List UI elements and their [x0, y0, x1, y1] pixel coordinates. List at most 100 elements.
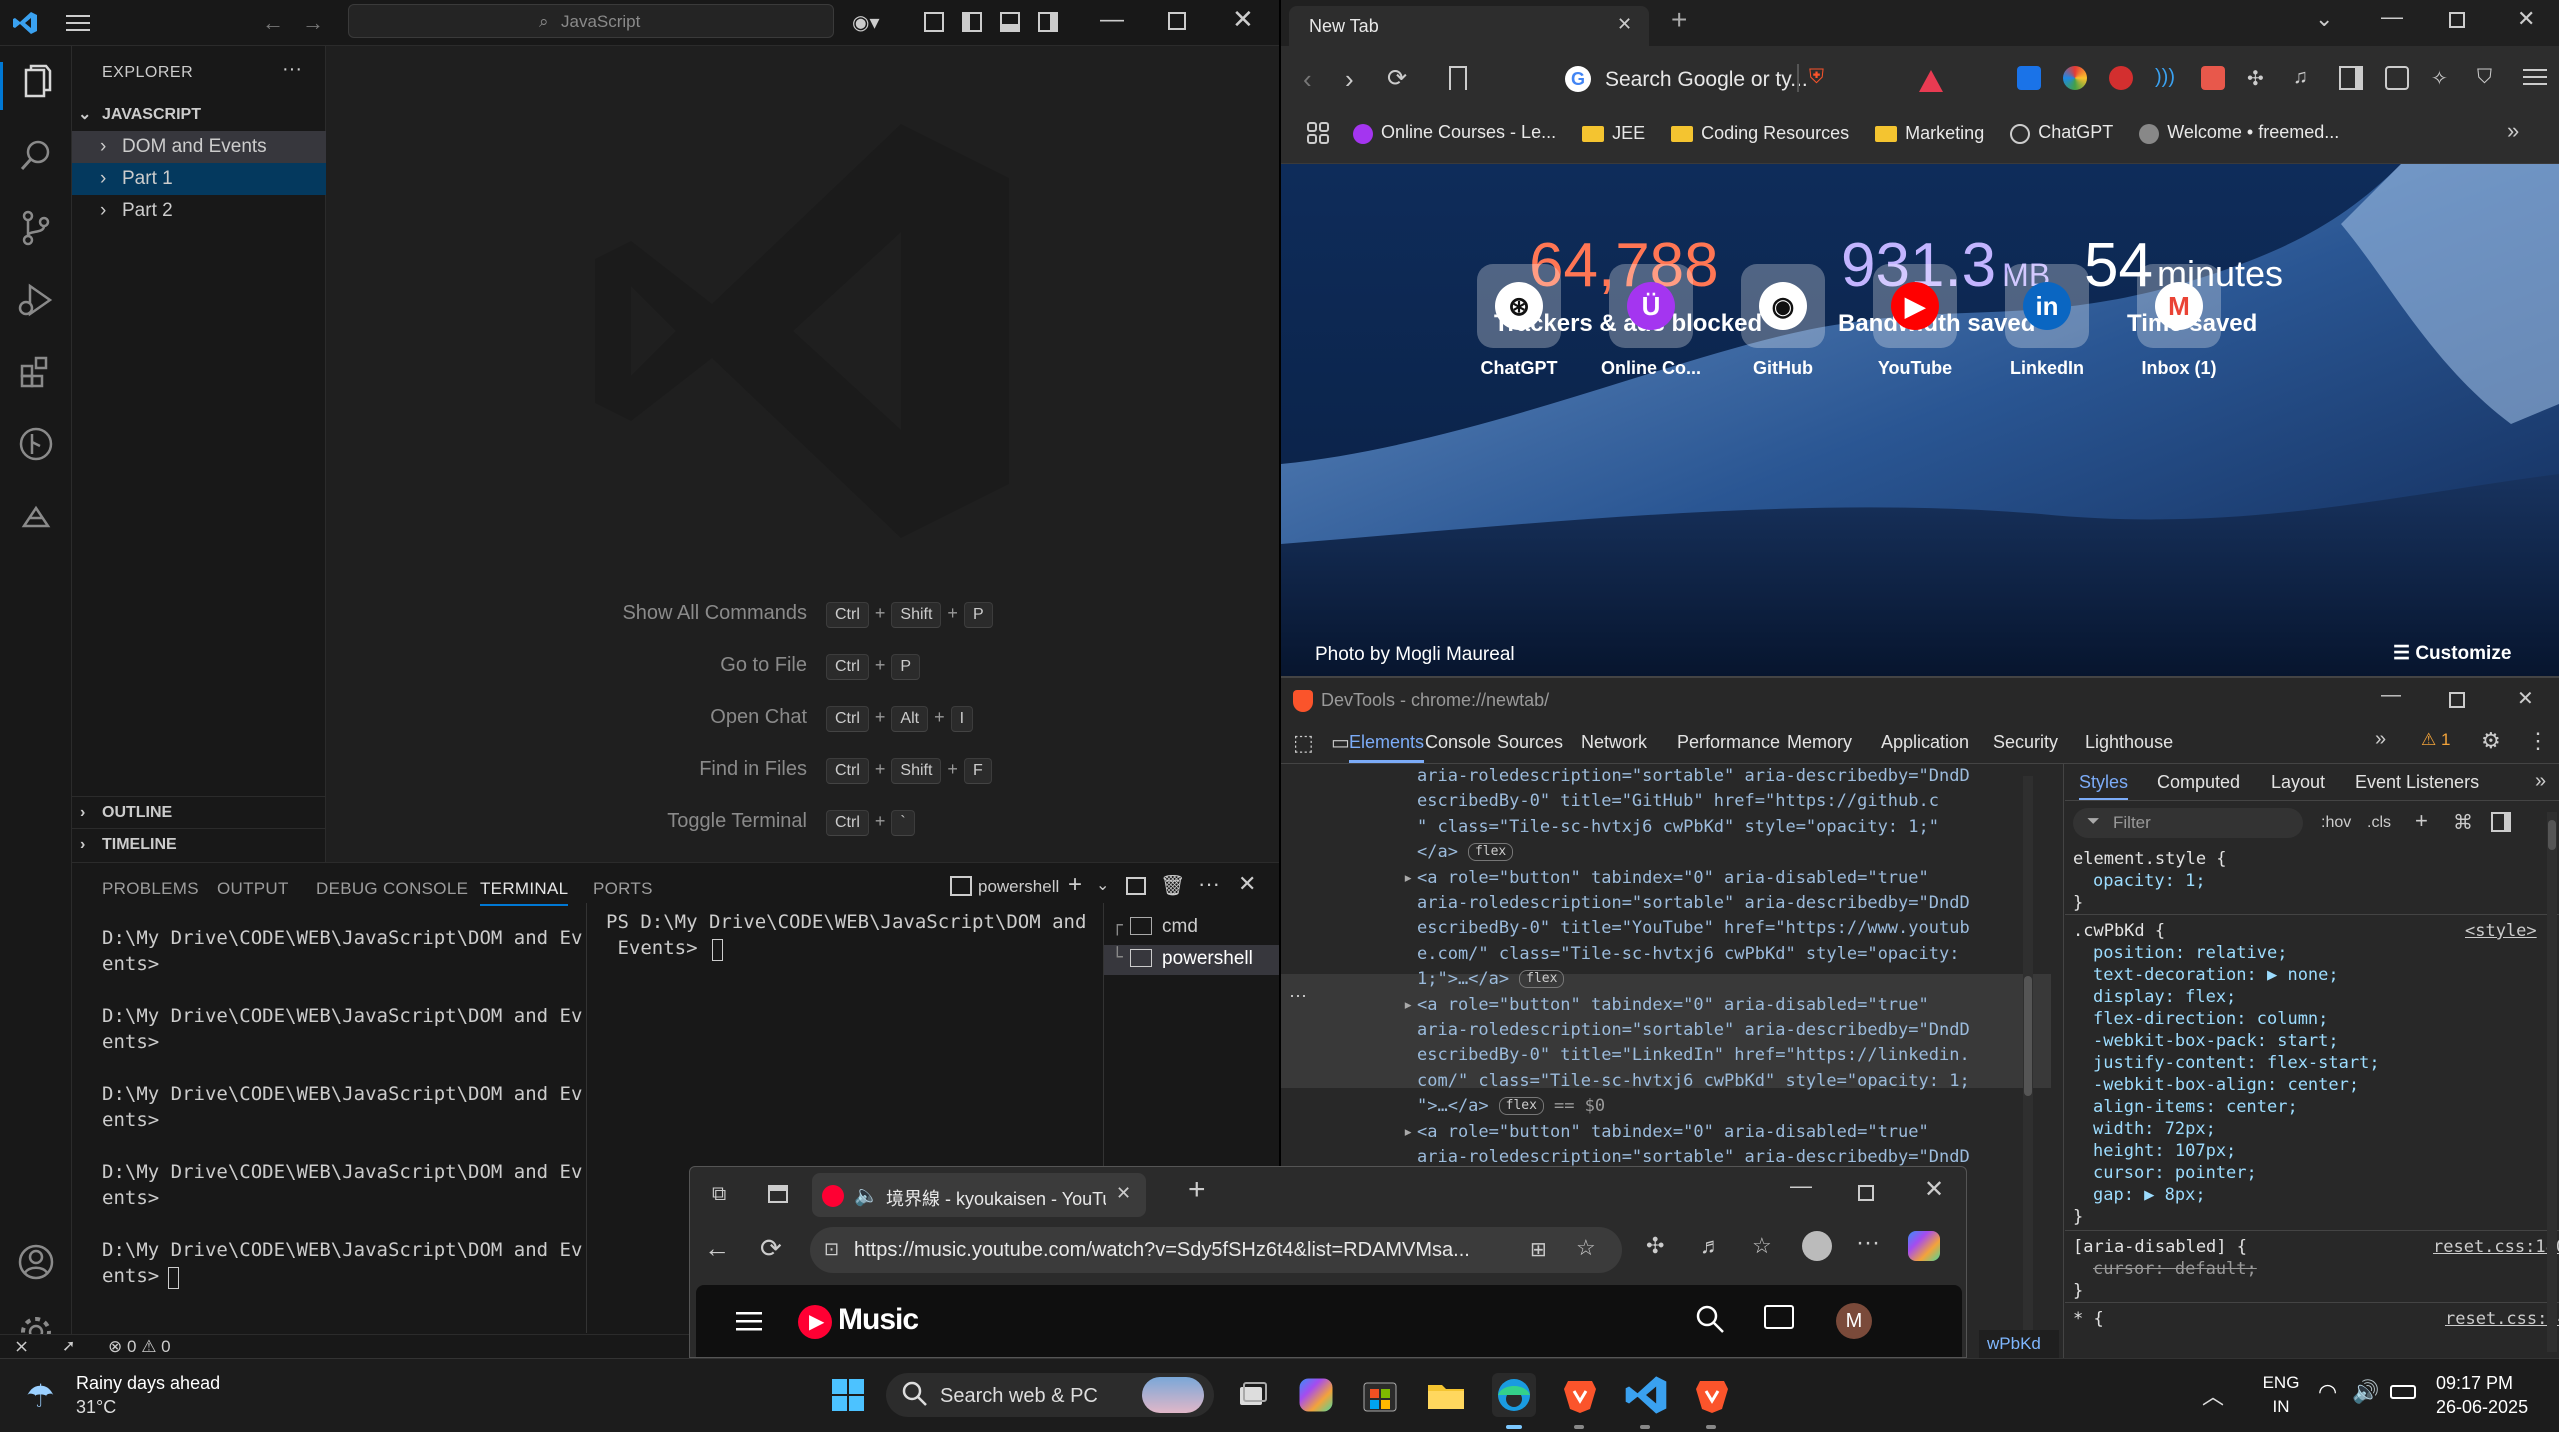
copilot-icon[interactable] — [1299, 1378, 1333, 1412]
brave-browser-icon[interactable] — [1558, 1373, 1602, 1417]
account-icon[interactable] — [16, 1242, 56, 1282]
hamburger-menu-icon[interactable] — [736, 1311, 762, 1331]
top-site-label[interactable]: YouTube — [1855, 358, 1975, 379]
maximize-icon[interactable] — [2449, 692, 2465, 708]
css-declaration[interactable]: cursor: pointer; — [2093, 1162, 2257, 1184]
css-overridden-declaration[interactable]: cursor: default; — [2093, 1258, 2257, 1280]
brave-tab-new-tab[interactable]: New Tab ✕ — [1289, 6, 1649, 46]
tab-debug-console[interactable]: DEBUG CONSOLE — [316, 879, 468, 899]
minimize-icon[interactable]: — — [1790, 1173, 1812, 1199]
flex-badge[interactable]: flex — [1519, 970, 1565, 989]
more-actions-icon[interactable]: ··· — [282, 58, 302, 81]
css-source-link[interactable]: reset.css:14 — [2445, 1308, 2559, 1330]
workspace-folder[interactable]: ⌄ JAVASCRIPT — [72, 99, 326, 131]
chevron-down-icon[interactable]: ⌄ — [1096, 875, 1109, 895]
maximize-icon[interactable] — [1858, 1185, 1874, 1201]
flex-badge[interactable]: flex — [1498, 1097, 1544, 1116]
tree-item-part-2[interactable]: › Part 2 — [72, 195, 326, 227]
weather-rain-icon[interactable]: ☂ — [26, 1377, 55, 1415]
close-panel-icon[interactable]: ✕ — [1238, 871, 1256, 897]
apps-grid-icon[interactable] — [1307, 122, 1329, 144]
music-icon[interactable]: ♫ — [2293, 66, 2317, 90]
tab-close-icon[interactable]: ✕ — [1617, 14, 1632, 35]
git-graph-icon[interactable] — [16, 424, 56, 464]
expand-triangle-icon[interactable]: ▸ — [1403, 866, 1413, 891]
top-site-chatgpt[interactable]: ⊛ — [1477, 264, 1561, 348]
layout-icon[interactable] — [924, 12, 944, 32]
css-declaration[interactable]: display: flex; — [2093, 986, 2236, 1008]
top-site-label[interactable]: Online Co... — [1591, 358, 1711, 379]
nav-forward-icon[interactable]: → — [302, 10, 324, 36]
minimize-icon[interactable]: — — [2381, 4, 2403, 30]
wifi-icon[interactable]: ◠ — [2318, 1379, 2337, 1405]
breadcrumb-node[interactable]: wPbKd — [1979, 1330, 2059, 1360]
add-rule-icon[interactable]: + — [2415, 808, 2428, 834]
warnings-indicator[interactable]: ⚠ 1 — [2421, 730, 2450, 750]
menu-icon[interactable] — [66, 12, 90, 34]
extension-icon[interactable] — [2201, 66, 2225, 90]
css-declaration[interactable]: flex-direction: column; — [2093, 1008, 2328, 1030]
tab-performance[interactable]: Performance — [1677, 732, 1780, 753]
youtube-music-logo-icon[interactable]: ▶ — [798, 1305, 832, 1339]
close-icon[interactable]: ✕ — [2517, 686, 2534, 711]
vscode-taskbar-icon[interactable] — [1624, 1373, 1668, 1417]
scrollbar[interactable] — [2023, 776, 2033, 1336]
add-terminal-icon[interactable]: + — [1068, 871, 1082, 899]
back-icon[interactable]: ← — [704, 1233, 730, 1264]
bookmark-chatgpt[interactable]: ChatGPT — [2010, 122, 2113, 144]
flex-badge[interactable]: flex — [1467, 843, 1514, 862]
media-control-icon[interactable]: ♬ — [1700, 1233, 1722, 1259]
tab-memory[interactable]: Memory — [1787, 732, 1852, 753]
more-icon[interactable]: ··· — [1856, 1229, 1880, 1257]
css-declaration[interactable]: height: 107px; — [2093, 1140, 2236, 1162]
extensions-icon[interactable] — [16, 352, 56, 392]
toggle-secondary-sidebar-icon[interactable] — [1038, 12, 1058, 32]
device-toolbar-icon[interactable]: ▭ — [1331, 730, 1350, 755]
top-site-label[interactable]: LinkedIn — [1987, 358, 2107, 379]
bookmark-freemed[interactable]: Welcome • freemed... — [2139, 122, 2339, 144]
tab-ports[interactable]: PORTS — [593, 879, 653, 899]
nav-back-icon[interactable]: ← — [262, 10, 284, 36]
bookmark-icon[interactable] — [1449, 66, 1467, 90]
extensions-icon[interactable]: ✣ — [1646, 1233, 1664, 1259]
favorite-star-icon[interactable]: ☆ — [1576, 1235, 1596, 1261]
top-site-linkedin[interactable]: in — [2005, 264, 2089, 348]
task-view-icon[interactable] — [1230, 1373, 1274, 1417]
favorites-icon[interactable]: ☆ — [1752, 1233, 1772, 1259]
styles-tab-layout[interactable]: Layout — [2271, 772, 2325, 793]
terminal-list-item-cmd[interactable]: ┌ cmd — [1104, 913, 1279, 943]
scrollbar-thumb[interactable] — [2548, 820, 2556, 850]
inspect-element-icon[interactable]: ⬚ — [1293, 730, 1314, 756]
top-site-github[interactable]: ◉ — [1741, 264, 1825, 348]
settings-gear-icon[interactable]: ⚙ — [2481, 728, 2501, 754]
forward-icon[interactable]: › — [1345, 64, 1354, 95]
workspaces-icon[interactable]: ⧉ — [712, 1183, 726, 1206]
top-site-label[interactable]: GitHub — [1723, 358, 1843, 379]
terminal-list-item-powershell[interactable]: └ powershell — [1104, 945, 1279, 975]
split-terminal-icon[interactable] — [1126, 877, 1146, 895]
more-icon[interactable]: ⋯ — [1289, 986, 1307, 1007]
account-avatar[interactable]: M — [1836, 1303, 1872, 1339]
css-declaration[interactable]: -webkit-box-align: center; — [2093, 1074, 2359, 1096]
problems-indicator[interactable]: ⊗ 0 ⚠ 0 — [108, 1337, 171, 1357]
styles-tab-computed[interactable]: Computed — [2157, 772, 2240, 793]
youtube-music-logo-text[interactable]: Music — [838, 1303, 919, 1337]
bookmark-online-courses[interactable]: Online Courses - Le... — [1353, 122, 1556, 144]
menu-icon[interactable] — [2523, 66, 2547, 90]
top-site-label[interactable]: Inbox (1) — [2119, 358, 2239, 379]
tab-sources[interactable]: Sources — [1497, 732, 1563, 753]
css-declaration[interactable]: width: 72px; — [2093, 1118, 2216, 1140]
toggle-sidebar-icon[interactable] — [962, 12, 982, 32]
brave-shields-icon[interactable]: ⛨ — [1809, 66, 1824, 89]
remote-indicator-icon[interactable]: ⨯ — [14, 1336, 29, 1357]
top-site-label[interactable]: ChatGPT — [1459, 358, 1579, 379]
command-center-search[interactable]: ⌕ JavaScript — [348, 4, 834, 38]
clock-date[interactable]: 26-06-2025 — [2436, 1397, 2528, 1418]
tab-problems[interactable]: PROBLEMS — [102, 879, 199, 899]
rocket-icon[interactable]: ➚ — [62, 1336, 75, 1356]
scrollbar[interactable] — [2547, 812, 2557, 1352]
remote-explorer-icon[interactable] — [16, 496, 56, 536]
styles-tab-event-listeners[interactable]: Event Listeners — [2355, 772, 2479, 793]
minimize-icon[interactable]: — — [1100, 6, 1124, 34]
wave-icon[interactable]: ))) — [2155, 66, 2179, 90]
